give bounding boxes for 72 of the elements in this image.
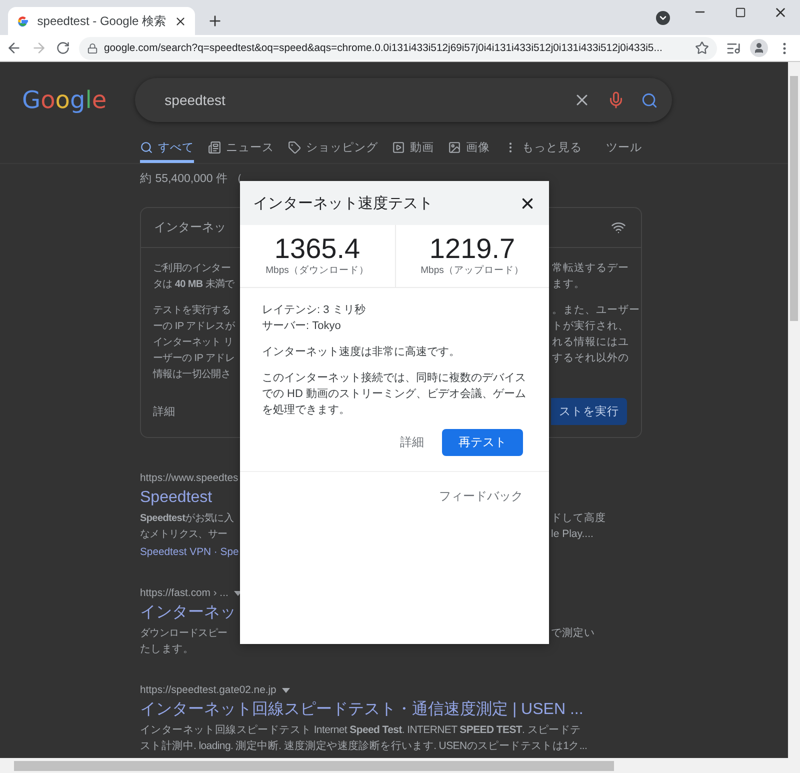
card-text: トが実行され、 — [552, 319, 629, 333]
card-text: ーの IP アドレスが — [153, 320, 236, 333]
speed-value: 1365.4 — [274, 234, 360, 264]
result-url: https://www.speedtes — [140, 472, 238, 484]
server-text: サーバー: Tokyo — [262, 319, 342, 334]
result-snippet: le Play.... — [551, 528, 594, 540]
latency-text: レイテンシ: 3 ミリ秒 — [262, 303, 366, 318]
result-url: https://speedtest.gate02.ne.jp — [140, 684, 276, 696]
nav-tab[interactable]: ショッピング — [288, 134, 378, 163]
verdict-text: インターネット速度は非常に高速です。 — [262, 344, 461, 360]
card-text: タは 40 MB 未満で — [153, 278, 236, 291]
nav-tab[interactable]: もっと見る — [504, 134, 582, 163]
result-url: https://fast.com › ... — [140, 588, 228, 598]
details-link[interactable]: 詳細 — [400, 434, 424, 451]
card-text: インターネット リ — [153, 336, 234, 349]
card-text: 。また、ユーザー — [552, 303, 640, 317]
speed-value: 1219.7 — [429, 234, 516, 264]
card-text: 常転送するデー — [552, 261, 629, 275]
result-snippet: ダウンロードスピー — [140, 627, 228, 640]
result-snippet: インターネット回線スピードテスト Internet Speed Test. INTERNET SPEED TEST. スピードテ — [140, 723, 582, 737]
media-icon[interactable] — [726, 40, 741, 56]
logo-icon — [16, 14, 30, 28]
search-field[interactable]: speedtest — [134, 78, 672, 122]
back-icon[interactable] — [6, 40, 22, 56]
result-title-link[interactable]: インターネット回線スピードテスト・通信速度測定 | USEN ... — [140, 700, 788, 720]
feedback-link[interactable]: フィードバック — [439, 488, 523, 505]
nav-tab[interactable]: ツール — [606, 134, 642, 163]
result-snippet: ドして高度 — [551, 511, 606, 525]
browser-tab[interactable]: speedtest - Google 検索 — [8, 7, 195, 35]
description-text: このインターネット接続では、同時に複数のデバイスでの HD 動画のストリーミング、ビデオ会議、ゲームを処理できます。 — [262, 370, 527, 418]
sitelinks[interactable]: Speedtest VPN · Spe — [140, 547, 239, 558]
close-tab-icon[interactable] — [174, 14, 187, 28]
play-icon — [392, 140, 405, 154]
result-snippet: たします。 — [140, 642, 195, 656]
search-icon[interactable] — [640, 92, 658, 108]
card-text: するそれ以外の — [552, 351, 629, 365]
card-text: 情報は一切公開さ — [153, 368, 232, 381]
tab-search-icon[interactable] — [656, 10, 670, 24]
new-tab-icon[interactable] — [207, 13, 223, 29]
result-snippet: Speedtestがお気に入 — [140, 512, 235, 525]
horizontal-scrollbar[interactable] — [0, 758, 800, 773]
card-text: ご利用のインター — [153, 262, 232, 275]
result-snippet: スト計測中. loading. 測定中断. 速度測定や速度診断を行います. USENのスピードテストは1ク... — [140, 739, 588, 753]
vertical-scrollbar[interactable] — [788, 62, 800, 758]
nav-tab[interactable]: ニュース — [208, 134, 274, 163]
tag-icon — [288, 140, 301, 154]
newspaper-icon — [208, 140, 221, 154]
search-icon — [140, 140, 153, 154]
details-link[interactable]: 詳細 — [153, 404, 240, 419]
nav-tab[interactable]: 画像 — [448, 134, 490, 163]
card-title: インターネッ — [154, 219, 226, 236]
reload-icon[interactable] — [56, 41, 70, 55]
run-test-button[interactable]: ストを実行 — [551, 398, 627, 425]
image-icon — [448, 140, 461, 154]
speed-label: Mbps（ダウンロード） — [266, 264, 369, 277]
star-icon[interactable] — [695, 41, 709, 55]
result-snippet: なメトリクス、サー — [140, 528, 228, 541]
speed-label: Mbps（アップロード） — [420, 264, 524, 277]
retest-button[interactable]: 再テスト — [442, 429, 523, 456]
lock-icon — [87, 42, 98, 54]
result-snippet: で測定い — [551, 626, 595, 640]
tab-title: speedtest - Google 検索 — [37, 12, 166, 30]
google-logo[interactable]: Google — [20, 85, 109, 115]
card-text: ます。 — [552, 277, 585, 291]
card-text: ーザーの IP アドレ — [153, 352, 236, 365]
address-bar[interactable]: google.com/search?q=speedtest&oq=speed&aqs=chrome.0.0i131i433i512j69i57j0i4i131i433i512j0i131i433i512j0i433i5... — [79, 36, 717, 60]
wifi-icon — [611, 220, 626, 235]
nav-tab[interactable]: 動画 — [392, 134, 434, 163]
profile-icon[interactable] — [750, 39, 768, 57]
card-text: テストを実行する — [153, 304, 232, 317]
card-text: れる情報にはユ — [552, 335, 629, 349]
dialog-title: インターネット速度テスト — [253, 194, 433, 212]
